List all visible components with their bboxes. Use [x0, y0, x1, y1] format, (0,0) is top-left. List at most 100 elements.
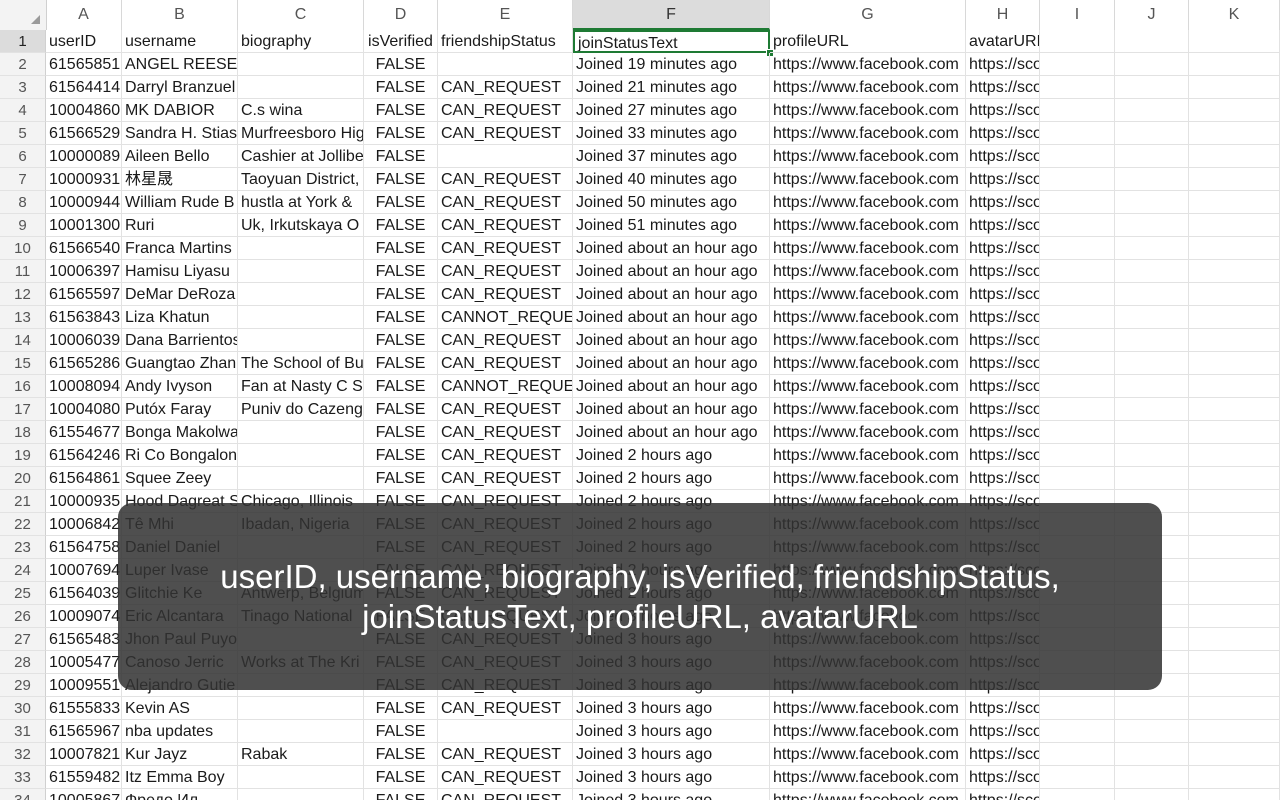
- table-cell[interactable]: https://scontent-xsp1-3.xx.fbcdn.net/v/t…: [966, 329, 1040, 352]
- table-cell[interactable]: [1115, 789, 1189, 800]
- table-cell[interactable]: hustla at York &: [238, 191, 364, 214]
- table-cell[interactable]: https://www.facebook.com: [770, 283, 966, 306]
- table-cell[interactable]: https://www.facebook.com: [770, 53, 966, 76]
- table-cell[interactable]: CANNOT_REQUE: [438, 306, 573, 329]
- row-header[interactable]: 1: [0, 30, 46, 53]
- table-cell[interactable]: 61563843: [46, 306, 122, 329]
- table-cell[interactable]: FALSE: [364, 99, 438, 122]
- table-cell[interactable]: Kevin AS: [122, 697, 238, 720]
- row-header[interactable]: 7: [0, 168, 46, 191]
- table-cell[interactable]: https://scontent-xsp2-1.xx.fbcdn.net/v/t…: [966, 214, 1040, 237]
- table-cell[interactable]: https://www.facebook.com: [770, 352, 966, 375]
- table-cell[interactable]: FALSE: [364, 53, 438, 76]
- table-cell[interactable]: https://www.facebook.com: [770, 444, 966, 467]
- table-cell[interactable]: 10005477: [46, 651, 122, 674]
- header-cell[interactable]: userID: [46, 30, 122, 53]
- table-cell[interactable]: [1040, 789, 1115, 800]
- table-cell[interactable]: CAN_REQUEST: [438, 191, 573, 214]
- table-cell[interactable]: [238, 237, 364, 260]
- table-cell[interactable]: [1040, 283, 1115, 306]
- row-header[interactable]: 4: [0, 99, 46, 122]
- table-cell[interactable]: FALSE: [364, 145, 438, 168]
- table-cell[interactable]: [1115, 766, 1189, 789]
- table-cell[interactable]: 10007694: [46, 559, 122, 582]
- table-cell[interactable]: Taoyuan District,: [238, 168, 364, 191]
- table-cell[interactable]: 10009074: [46, 605, 122, 628]
- table-cell[interactable]: FALSE: [364, 352, 438, 375]
- table-cell[interactable]: https://www.facebook.com: [770, 766, 966, 789]
- row-header[interactable]: 20: [0, 467, 46, 490]
- table-cell[interactable]: [238, 789, 364, 800]
- table-cell[interactable]: CAN_REQUEST: [438, 766, 573, 789]
- table-cell[interactable]: https://scontent-xsp1-1.xx.fbcdn.net/v/t…: [966, 467, 1040, 490]
- table-cell[interactable]: Joined 21 minutes ago: [573, 76, 770, 99]
- table-cell[interactable]: CAN_REQUEST: [438, 743, 573, 766]
- table-cell[interactable]: FALSE: [364, 720, 438, 743]
- header-cell[interactable]: isVerified: [364, 30, 438, 53]
- table-cell[interactable]: https://www.facebook.com: [770, 99, 966, 122]
- table-cell[interactable]: [1040, 191, 1115, 214]
- table-cell[interactable]: https://scontent-xsp1-2.xx.fbcdn.net/v/t…: [966, 53, 1040, 76]
- row-header[interactable]: 10: [0, 237, 46, 260]
- table-cell[interactable]: CAN_REQUEST: [438, 352, 573, 375]
- table-cell[interactable]: [1040, 99, 1115, 122]
- table-cell[interactable]: Ri Co Bongalon: [122, 444, 238, 467]
- table-cell[interactable]: [1189, 582, 1280, 605]
- table-cell[interactable]: FALSE: [364, 283, 438, 306]
- table-cell[interactable]: [1189, 99, 1280, 122]
- row-header[interactable]: 6: [0, 145, 46, 168]
- table-cell[interactable]: [1040, 122, 1115, 145]
- table-cell[interactable]: CAN_REQUEST: [438, 122, 573, 145]
- table-cell[interactable]: [1189, 789, 1280, 800]
- table-cell[interactable]: 61564246: [46, 444, 122, 467]
- row-header[interactable]: 26: [0, 605, 46, 628]
- table-cell[interactable]: https://scontent-xsp1-2.xx.fbcdn.net/v/t…: [966, 76, 1040, 99]
- table-cell[interactable]: FALSE: [364, 444, 438, 467]
- table-cell[interactable]: nba updates: [122, 720, 238, 743]
- table-cell[interactable]: Joined 27 minutes ago: [573, 99, 770, 122]
- table-cell[interactable]: [238, 697, 364, 720]
- table-cell[interactable]: CAN_REQUEST: [438, 168, 573, 191]
- table-cell[interactable]: [1189, 490, 1280, 513]
- table-cell[interactable]: https://scontent-xsp1-2.xx.fbcdn.net/v/t…: [966, 260, 1040, 283]
- table-cell[interactable]: https://scontent-xsp1-1.xx.fbcdn.net/v/t…: [966, 237, 1040, 260]
- table-cell[interactable]: [438, 145, 573, 168]
- table-cell[interactable]: [1040, 145, 1115, 168]
- table-cell[interactable]: 10008094: [46, 375, 122, 398]
- column-header-a[interactable]: A: [46, 0, 122, 30]
- table-cell[interactable]: [1040, 743, 1115, 766]
- table-cell[interactable]: Dana Barrientos: [122, 329, 238, 352]
- table-cell[interactable]: [1189, 605, 1280, 628]
- table-cell[interactable]: Franca Martins: [122, 237, 238, 260]
- row-header[interactable]: 29: [0, 674, 46, 697]
- table-cell[interactable]: [1115, 421, 1189, 444]
- table-cell[interactable]: Hamisu Liyasu: [122, 260, 238, 283]
- table-cell[interactable]: 61565597: [46, 283, 122, 306]
- table-cell[interactable]: Joined about an hour ago: [573, 306, 770, 329]
- table-cell[interactable]: [1115, 122, 1189, 145]
- table-cell[interactable]: [1040, 467, 1115, 490]
- table-cell[interactable]: [1189, 513, 1280, 536]
- table-cell[interactable]: CAN_REQUEST: [438, 283, 573, 306]
- table-cell[interactable]: Joined about an hour ago: [573, 329, 770, 352]
- row-header[interactable]: 19: [0, 444, 46, 467]
- table-cell[interactable]: 10006039: [46, 329, 122, 352]
- table-cell[interactable]: 10000089: [46, 145, 122, 168]
- table-cell[interactable]: [1040, 398, 1115, 421]
- table-cell[interactable]: [1189, 674, 1280, 697]
- table-cell[interactable]: [1115, 697, 1189, 720]
- table-cell[interactable]: Joined 50 minutes ago: [573, 191, 770, 214]
- row-header[interactable]: 16: [0, 375, 46, 398]
- table-cell[interactable]: [1189, 53, 1280, 76]
- table-cell[interactable]: CAN_REQUEST: [438, 789, 573, 800]
- row-header[interactable]: 28: [0, 651, 46, 674]
- table-cell[interactable]: 10009551: [46, 674, 122, 697]
- column-header-g[interactable]: G: [770, 0, 966, 30]
- table-cell[interactable]: [1115, 168, 1189, 191]
- column-header-c[interactable]: C: [238, 0, 364, 30]
- table-cell[interactable]: https://scontent-xsp2-1.xx.fbcdn.net/v/t…: [966, 306, 1040, 329]
- table-cell[interactable]: Joined 40 minutes ago: [573, 168, 770, 191]
- table-cell[interactable]: FALSE: [364, 260, 438, 283]
- table-cell[interactable]: 林星晟: [122, 168, 238, 191]
- table-cell[interactable]: 10001300: [46, 214, 122, 237]
